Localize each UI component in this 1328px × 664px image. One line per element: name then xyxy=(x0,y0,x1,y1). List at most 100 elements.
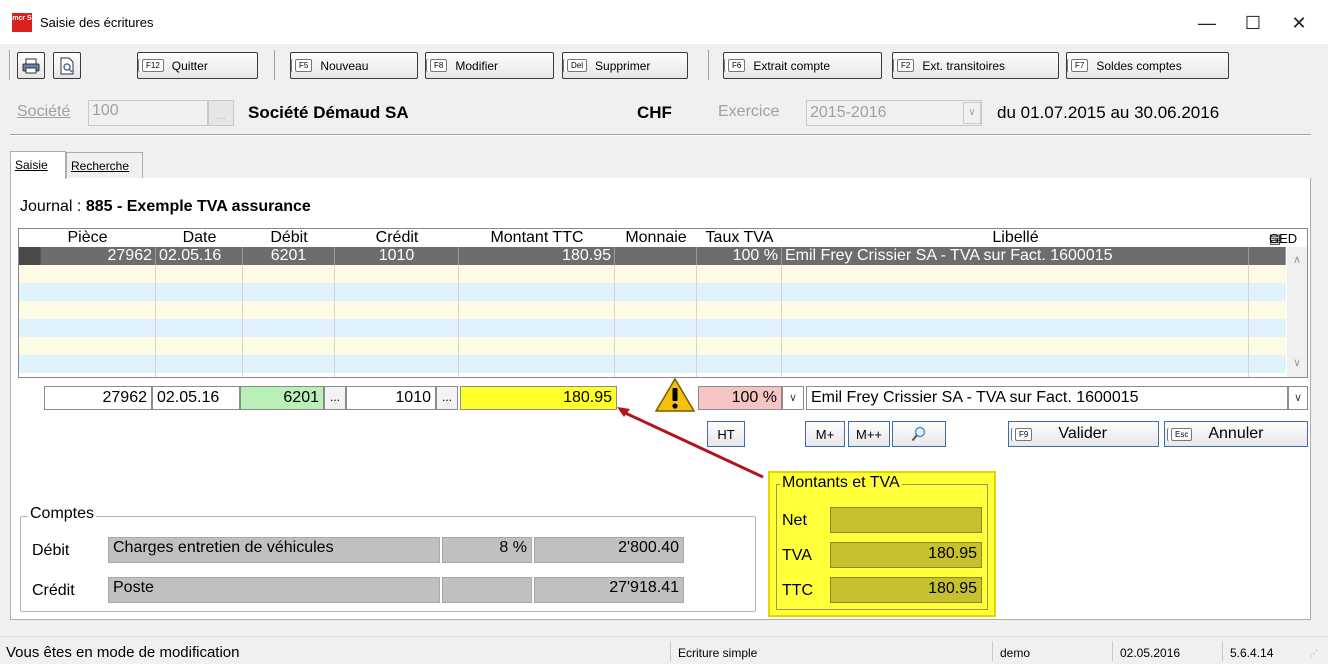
table-row[interactable] xyxy=(19,355,1286,373)
f2-key-icon: F2 xyxy=(897,59,915,72)
status-bar: Vous êtes en mode de modification Ecritu… xyxy=(0,636,1328,664)
maximize-button[interactable]: ☐ xyxy=(1230,8,1276,38)
grid-scrollbar[interactable]: ∧ ∨ xyxy=(1287,247,1307,377)
table-row[interactable] xyxy=(19,283,1286,301)
annotation-arrow xyxy=(617,407,764,479)
table-row[interactable] xyxy=(19,337,1286,355)
toolbar-separator xyxy=(708,50,709,80)
company-lookup-button[interactable]: ... xyxy=(208,100,234,126)
preview-button[interactable] xyxy=(53,52,81,79)
col-piece[interactable]: Pièce xyxy=(19,229,156,247)
status-date: 02.05.2016 xyxy=(1120,646,1181,660)
validate-button[interactable]: F9 Valider xyxy=(1008,421,1159,447)
toolbar-separator xyxy=(274,50,275,80)
cell-vat: 100 % xyxy=(697,247,782,265)
table-row[interactable] xyxy=(19,319,1286,337)
col-currency[interactable]: Monnaie xyxy=(615,229,697,247)
chevron-down-icon: ∨ xyxy=(963,102,981,124)
cell-credit: 1010 xyxy=(335,247,459,265)
col-label[interactable]: Libellé xyxy=(782,229,1249,247)
debit-account-label: Débit xyxy=(32,542,70,559)
resize-grip-icon[interactable]: ⋰ xyxy=(1310,649,1318,658)
table-row[interactable] xyxy=(19,265,1286,283)
status-entry-type: Ecriture simple xyxy=(678,646,758,660)
company-name: Société Démaud SA xyxy=(248,103,409,122)
toolbar-grip xyxy=(9,50,11,80)
cell-ged xyxy=(1249,247,1286,265)
col-debit[interactable]: Débit xyxy=(243,229,335,247)
debit-account-rate: 8 % xyxy=(442,537,532,563)
cancel-button[interactable]: Esc Annuler xyxy=(1164,421,1308,447)
year-label: Exercice xyxy=(718,103,780,120)
header-divider xyxy=(10,134,1311,136)
tab-recherche[interactable]: Recherche xyxy=(66,152,143,179)
journal-label: Journal : 885 - Exemple TVA assurance xyxy=(20,198,311,216)
col-date[interactable]: Date xyxy=(156,229,243,247)
col-amount[interactable]: Montant TTC xyxy=(459,229,615,247)
accounts-title: Comptes xyxy=(28,505,97,523)
document-icon: ▤ xyxy=(1269,231,1282,246)
label-dropdown-chevron-down-icon[interactable]: ∨ xyxy=(1288,386,1308,410)
col-credit[interactable]: Crédit xyxy=(335,229,459,247)
amount-input[interactable]: 180.95 xyxy=(460,386,617,410)
extract-account-button[interactable]: F6 Extrait compte xyxy=(723,52,882,79)
esc-key-icon: Esc xyxy=(1171,427,1193,441)
year-value: 2015-2016 xyxy=(810,104,887,121)
scroll-down-icon[interactable]: ∨ xyxy=(1287,356,1307,369)
table-row-selected[interactable]: 27962 02.05.16 6201 1010 180.95 100 % Em… xyxy=(19,247,1286,265)
col-vat-rate[interactable]: Taux TVA xyxy=(697,229,782,247)
balances-button[interactable]: F7 Soldes comptes xyxy=(1066,52,1229,79)
close-button[interactable]: ✕ xyxy=(1276,8,1322,38)
f5-key-icon: F5 xyxy=(295,59,313,72)
magnifier-icon xyxy=(911,426,926,442)
cell-amount: 180.95 xyxy=(459,247,615,265)
credit-input[interactable]: 1010 xyxy=(346,386,436,410)
vat-value: 180.95 xyxy=(830,542,982,568)
ttc-label: TTC xyxy=(782,582,814,599)
date-input[interactable]: 02.05.16 xyxy=(152,386,240,410)
extract-account-label: Extrait compte xyxy=(753,58,831,73)
memory-plus-plus-button[interactable]: M++ xyxy=(848,421,890,447)
f7-key-icon: F7 xyxy=(1071,59,1089,72)
status-user: demo xyxy=(1000,646,1031,660)
quit-button[interactable]: F12 Quitter xyxy=(137,52,258,79)
table-row[interactable] xyxy=(19,301,1286,319)
debit-lookup-button[interactable]: ... xyxy=(324,386,346,410)
company-code-input[interactable]: 100 xyxy=(88,100,208,126)
app-logo: mcr S xyxy=(12,13,32,32)
print-button[interactable] xyxy=(17,52,45,79)
scroll-up-icon[interactable]: ∧ xyxy=(1287,253,1307,266)
minimize-button[interactable]: — xyxy=(1184,8,1230,38)
period-label: du 01.07.2015 au 30.06.2016 xyxy=(997,103,1220,122)
credit-account-balance: 27'918.41 xyxy=(534,577,684,603)
journal-value: 885 - Exemple TVA assurance xyxy=(85,198,311,215)
cell-debit: 6201 xyxy=(243,247,335,265)
debit-input[interactable]: 6201 xyxy=(240,386,324,410)
piece-input[interactable]: 27962 xyxy=(44,386,152,410)
credit-account-name: Poste xyxy=(108,577,440,603)
credit-lookup-button[interactable]: ... xyxy=(436,386,458,410)
year-select[interactable]: 2015-2016 ∨ xyxy=(806,100,982,126)
new-button[interactable]: F5 Nouveau xyxy=(290,52,418,79)
ttc-value: 180.95 xyxy=(830,577,982,603)
transit-extract-button[interactable]: F2 Ext. transitoires xyxy=(892,52,1059,79)
transit-extract-label: Ext. transitoires xyxy=(922,58,1006,73)
modify-button[interactable]: F8 Modifier xyxy=(425,52,554,79)
search-button[interactable] xyxy=(892,421,946,447)
vat-dropdown-chevron-down-icon[interactable]: ∨ xyxy=(782,386,804,410)
cell-date: 02.05.16 xyxy=(156,247,243,265)
new-label: Nouveau xyxy=(320,58,369,73)
credit-account-rate xyxy=(442,577,532,603)
entries-grid: Pièce Date Débit Crédit Montant TTC Monn… xyxy=(18,228,1308,378)
delete-button[interactable]: Del Supprimer xyxy=(562,52,688,79)
cell-piece: 27962 xyxy=(41,247,156,265)
printer-icon xyxy=(22,58,40,73)
print-preview-icon xyxy=(60,57,74,74)
grid-header: Pièce Date Débit Crédit Montant TTC Monn… xyxy=(19,229,1307,247)
memory-plus-button[interactable]: M+ xyxy=(805,421,845,447)
company-label: Société xyxy=(17,103,71,120)
tab-saisie[interactable]: Saisie xyxy=(10,151,66,179)
amounts-title: Montants et TVA xyxy=(780,474,902,492)
label-input[interactable]: Emil Frey Crissier SA - TVA sur Fact. 16… xyxy=(806,386,1288,410)
cancel-label: Annuler xyxy=(1208,425,1264,442)
